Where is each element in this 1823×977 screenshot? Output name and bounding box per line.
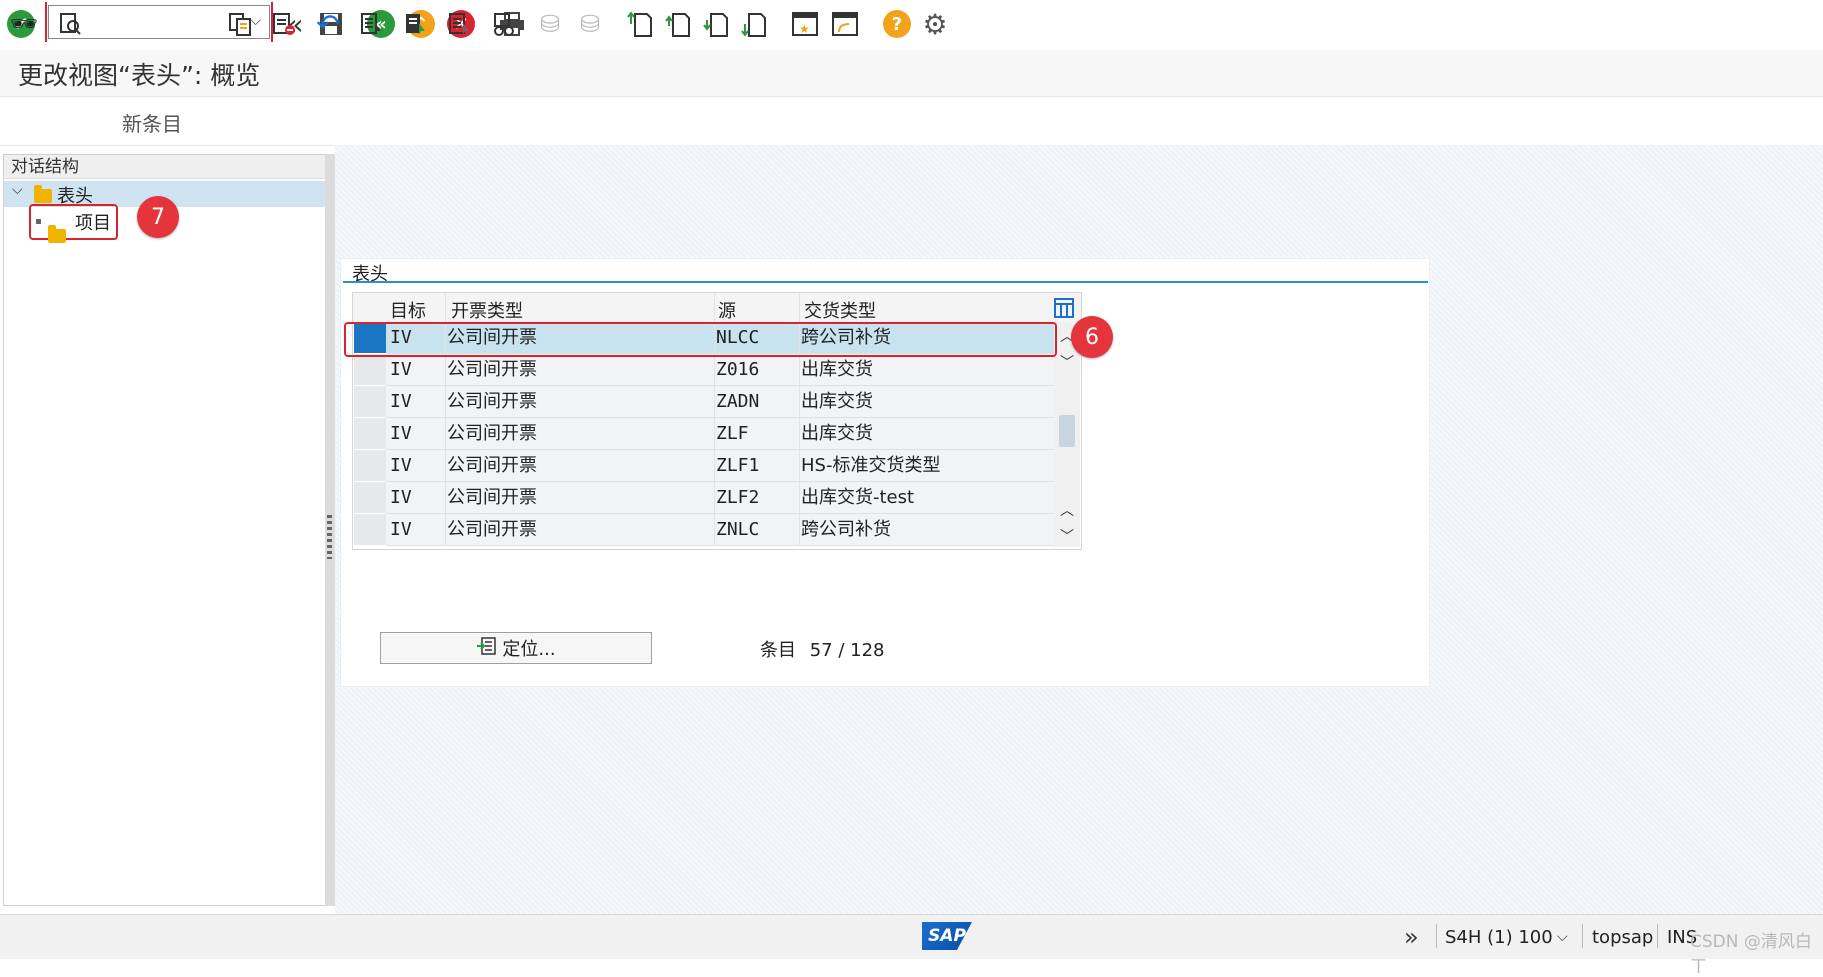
- cell-billing-type: 公司间开票: [447, 455, 537, 476]
- undo-icon[interactable]: ↶: [312, 8, 344, 41]
- status-separator: [1582, 924, 1583, 948]
- dialog-structure-pane: [3, 154, 328, 906]
- dialog-structure-header: 对话结构: [4, 155, 326, 179]
- cell-source: ZADN: [716, 391, 760, 412]
- cell-target: IV: [390, 455, 412, 476]
- column-header[interactable]: 开票类型: [451, 297, 523, 323]
- status-separator: [1657, 924, 1658, 948]
- row-selector[interactable]: [354, 386, 386, 418]
- cell-target: IV: [390, 519, 412, 540]
- find-icon[interactable]: ⛁: [535, 9, 565, 39]
- shortcut-icon[interactable]: [830, 9, 860, 39]
- annotation-badge: 6: [1071, 316, 1113, 358]
- select-all-icon[interactable]: [356, 8, 388, 40]
- position-button[interactable]: 定位...: [380, 632, 652, 664]
- tree-node-label[interactable]: 项目: [75, 209, 111, 235]
- folder-icon: [34, 185, 52, 203]
- annotation-badge: 7: [137, 196, 179, 238]
- help-icon[interactable]: ?: [882, 9, 912, 39]
- new-session-icon[interactable]: ★: [790, 9, 820, 39]
- row-selector[interactable]: [354, 418, 386, 450]
- screen-toolbar: [0, 97, 1823, 146]
- cell-target: IV: [390, 391, 412, 412]
- cell-billing-type: 公司间开票: [447, 359, 537, 380]
- row-selector[interactable]: [354, 450, 386, 482]
- scroll-page-down-icon[interactable]: ﹀: [1060, 526, 1074, 546]
- panel-title-underline: [343, 281, 1428, 283]
- cell-target: IV: [390, 359, 412, 380]
- next-page-icon[interactable]: [701, 9, 731, 39]
- expand-status-icon[interactable]: »: [1404, 923, 1419, 951]
- cell-billing-type: 公司间开票: [447, 391, 537, 412]
- cell-source: Z016: [716, 359, 760, 380]
- cell-delivery-type: HS-标准交货类型: [801, 455, 941, 476]
- find-next-icon[interactable]: ⛁: [575, 9, 605, 39]
- title-bar: [0, 50, 1823, 97]
- cell-billing-type: 公司间开票: [447, 519, 537, 540]
- row-selector[interactable]: [354, 354, 386, 386]
- cell-source: ZLF: [716, 423, 749, 444]
- print-standard-icon[interactable]: [488, 8, 520, 40]
- deselect-all-icon[interactable]: [444, 8, 476, 40]
- column-header[interactable]: 交货类型: [804, 297, 876, 323]
- chevron-down-icon[interactable]: ⌵: [12, 182, 23, 198]
- display-change-icon[interactable]: 🕶: [8, 8, 40, 40]
- tree-leaf-bullet: [36, 219, 41, 224]
- svg-text:★: ★: [799, 22, 810, 36]
- last-page-icon[interactable]: [739, 9, 769, 39]
- first-page-icon[interactable]: [625, 9, 655, 39]
- entries-counter: 条目 57 / 128: [760, 636, 885, 662]
- position-icon: [476, 636, 497, 660]
- cell-delivery-type: 出库交货: [801, 391, 873, 412]
- page-title: 更改视图“表头”: 概览: [18, 61, 261, 90]
- cell-delivery-type: 出库交货: [801, 359, 873, 380]
- column-header[interactable]: 源: [718, 297, 736, 323]
- column-header[interactable]: 目标: [390, 297, 426, 323]
- scroll-page-up-icon[interactable]: ︿: [1060, 500, 1074, 520]
- prev-page-icon[interactable]: [663, 9, 693, 39]
- detail-icon[interactable]: [54, 8, 86, 40]
- cell-target: IV: [390, 487, 412, 508]
- cell-billing-type: 公司间开票: [447, 423, 537, 444]
- row-selector[interactable]: [354, 514, 386, 546]
- row-highlight: [344, 322, 1057, 357]
- watermark: CSDN @清风白ㄒ: [1690, 932, 1812, 977]
- settings-icon[interactable]: ⚙: [920, 8, 950, 41]
- entries-value: 57 / 128: [809, 640, 885, 661]
- cell-delivery-type: 出库交货: [801, 423, 873, 444]
- select-block-icon[interactable]: [400, 8, 432, 40]
- table-settings-icon[interactable]: [1054, 298, 1074, 318]
- cell-source: ZLF1: [716, 455, 760, 476]
- system-info[interactable]: S4H (1) 100: [1445, 927, 1553, 948]
- cell-source: ZNLC: [716, 519, 760, 540]
- splitter-handle-icon[interactable]: [327, 515, 332, 559]
- cell-target: IV: [390, 423, 412, 444]
- cell-delivery-type: 出库交货-test: [801, 487, 915, 508]
- scroll-thumb[interactable]: [1059, 415, 1075, 447]
- cell-source: ZLF2: [716, 487, 760, 508]
- host-name: topsap: [1592, 927, 1654, 948]
- position-button-label: 定位...: [502, 639, 556, 660]
- new-entries-button[interactable]: 新条目: [122, 108, 182, 137]
- chevron-down-icon[interactable]: ⌵: [1557, 929, 1568, 945]
- cell-billing-type: 公司间开票: [447, 487, 537, 508]
- status-separator: [1436, 924, 1437, 948]
- scroll-down-icon[interactable]: ﹀: [1060, 352, 1074, 372]
- delete-icon[interactable]: [268, 8, 300, 40]
- cell-delivery-type: 跨公司补货: [801, 519, 891, 540]
- folder-icon: [48, 225, 66, 243]
- entries-label: 条目: [760, 640, 796, 661]
- copy-icon[interactable]: [224, 8, 256, 40]
- row-selector[interactable]: [354, 482, 386, 514]
